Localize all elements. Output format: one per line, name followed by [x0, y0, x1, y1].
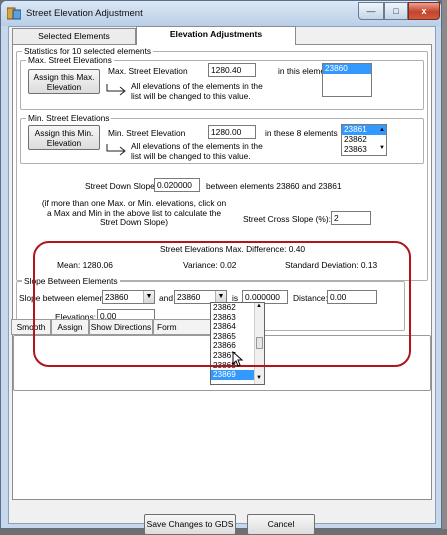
- std-dev-text: Standard Deviation: 0.13: [285, 260, 378, 270]
- elevation-adjustments-panel: Statistics for 10 selected elements Max.…: [11, 44, 432, 500]
- scroll-down-icon[interactable]: ▼: [379, 145, 385, 151]
- element-a-combo[interactable]: 23860 ▼: [102, 290, 155, 304]
- show-directions-button[interactable]: Show Directions: [89, 319, 153, 335]
- min-elevation-group: Min. Street Elevations Assign this Min. …: [20, 113, 424, 164]
- arrow-icon: [106, 144, 126, 156]
- min-elevation-field[interactable]: 1280.00: [208, 125, 256, 139]
- max-elevation-field[interactable]: 1280.40: [208, 63, 256, 77]
- down-slope-field[interactable]: 0.020000: [154, 178, 200, 192]
- app-icon: [7, 7, 21, 20]
- minimize-button[interactable]: —: [358, 2, 384, 20]
- mean-text: Mean: 1280.06: [57, 260, 113, 270]
- tab-selected-elements[interactable]: Selected Elements: [12, 28, 136, 45]
- list-item[interactable]: 23862: [342, 135, 386, 145]
- dialog-window: Street Elevation Adjustment — □ x Select…: [0, 0, 442, 535]
- max-group-legend: Max. Street Elevations: [26, 55, 114, 65]
- cross-slope-label: Street Cross Slope (%):: [243, 214, 331, 224]
- slope-between-legend: Slope Between Elements: [22, 276, 120, 286]
- assign-min-elevation-button[interactable]: Assign this Min. Elevation: [28, 125, 100, 150]
- scroll-thumb[interactable]: [256, 337, 263, 349]
- chevron-down-icon[interactable]: ▼: [143, 291, 154, 303]
- cancel-button[interactable]: Cancel: [247, 514, 315, 535]
- mouse-cursor-icon: [232, 351, 244, 367]
- scroll-up-icon[interactable]: ▲: [256, 303, 262, 309]
- variance-text: Variance: 0.02: [183, 260, 237, 270]
- assign-button[interactable]: Assign: [51, 319, 89, 335]
- cross-slope-field[interactable]: 2: [331, 211, 371, 225]
- assign-max-elevation-button[interactable]: Assign this Max. Elevation: [28, 69, 100, 94]
- distance-label: Distance:: [293, 293, 328, 303]
- form-button[interactable]: Form: [153, 319, 211, 335]
- element-b-value: 23860: [177, 292, 201, 302]
- dialog-client-area: Selected Elements Elevation Adjustments …: [8, 26, 436, 535]
- and-label: and: [159, 293, 173, 303]
- down-slope-suffix: between elements 23860 and 23861: [206, 181, 342, 191]
- close-button[interactable]: x: [408, 2, 440, 20]
- window-title: Street Elevation Adjustment: [26, 8, 143, 19]
- statistics-group: Statistics for 10 selected elements Max.…: [16, 46, 428, 281]
- tab-elevation-adjustments[interactable]: Elevation Adjustments: [136, 26, 296, 45]
- min-elements-suffix: in these 8 elements: [265, 128, 338, 138]
- save-changes-button[interactable]: Save Changes to GDS: [144, 514, 236, 535]
- min-group-legend: Min. Street Elevations: [26, 113, 112, 123]
- min-elements-list[interactable]: 23861 23862 23863 ▲ ▼: [341, 124, 387, 156]
- max-elevation-note: All elevations of the elements in the li…: [131, 81, 263, 101]
- slope-between-label: Slope between elements: [19, 293, 111, 303]
- down-slope-hint: (if more than one Max. or Min. elevation…: [41, 198, 227, 227]
- min-elevation-note: All elevations of the elements in the li…: [131, 141, 263, 161]
- element-a-value: 23860: [105, 292, 129, 302]
- max-difference-text: Street Elevations Max. Difference: 0.40: [160, 244, 306, 254]
- background-edge: [442, 0, 447, 529]
- max-elements-list[interactable]: 23860: [322, 63, 372, 97]
- maximize-button[interactable]: □: [384, 2, 408, 20]
- min-elevation-label: Min. Street Elevation: [108, 128, 186, 138]
- scroll-up-icon[interactable]: ▲: [379, 127, 385, 133]
- dropdown-scrollbar[interactable]: ▲ ▼: [254, 303, 264, 384]
- element-b-dropdown-list[interactable]: 23862 23863 23864 23865 23866 23867 2386…: [210, 302, 265, 385]
- title-bar[interactable]: Street Elevation Adjustment — □ x: [1, 1, 441, 26]
- list-item[interactable]: 23860: [323, 64, 371, 74]
- scroll-down-icon[interactable]: ▼: [256, 375, 262, 381]
- down-slope-label: Street Down Slope:: [85, 181, 158, 191]
- max-elevation-group: Max. Street Elevations Assign this Max. …: [20, 55, 424, 110]
- distance-field[interactable]: 0.00: [327, 290, 377, 304]
- smooth-button[interactable]: Smooth: [11, 319, 51, 335]
- max-elevation-label: Max. Street Elevation: [108, 66, 188, 76]
- arrow-icon: [106, 84, 126, 96]
